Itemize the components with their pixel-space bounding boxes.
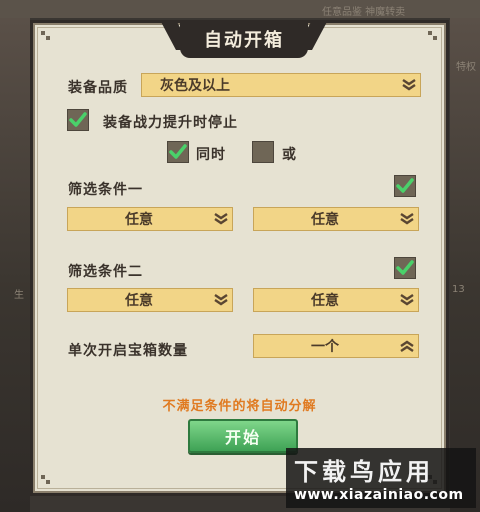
logic-or-label: 或	[282, 147, 297, 163]
background-left-text: 生	[14, 290, 24, 301]
filter1-checkbox[interactable]	[394, 175, 416, 197]
background-right-top-text: 特权	[456, 62, 476, 73]
background-right-text: 13	[452, 284, 465, 295]
background-right: 特权 13	[450, 18, 480, 512]
count-dropdown[interactable]: 一个	[253, 334, 419, 358]
logic-and-label: 同时	[196, 147, 226, 163]
check-icon	[169, 144, 187, 159]
background-top-bar: 任意品鉴 神魔转卖	[0, 0, 480, 18]
watermark: 下载鸟应用 www.xiazainiao.com	[286, 448, 476, 508]
logic-and-checkbox[interactable]	[167, 141, 189, 163]
filter2-label: 筛选条件二	[68, 264, 143, 280]
quality-dropdown[interactable]: 灰色及以上	[141, 73, 421, 97]
chevron-down-icon	[396, 289, 418, 311]
count-label: 单次开启宝箱数量	[68, 343, 188, 359]
background-top-text: 任意品鉴 神魔转卖	[322, 7, 406, 18]
quality-label: 装备品质	[68, 80, 128, 96]
check-icon	[396, 178, 414, 193]
dialog-title: 自动开箱	[204, 30, 284, 51]
corner-ornament	[41, 31, 51, 41]
check-icon	[396, 260, 414, 275]
chevron-down-icon	[396, 208, 418, 230]
chevron-up-icon	[396, 335, 418, 357]
background-left: 生	[0, 18, 30, 512]
filter1-option-b-dropdown[interactable]: 任意	[253, 207, 419, 231]
filter2-option-a-dropdown[interactable]: 任意	[67, 288, 233, 312]
filter2-checkbox[interactable]	[394, 257, 416, 279]
start-button[interactable]: 开始	[188, 419, 298, 453]
filter2-option-b-value: 任意	[311, 293, 339, 309]
filter1-option-a-value: 任意	[125, 212, 153, 228]
filter1-option-a-dropdown[interactable]: 任意	[67, 207, 233, 231]
stop-on-power-checkbox[interactable]	[67, 109, 89, 131]
quality-value: 灰色及以上	[160, 78, 230, 94]
count-value: 一个	[311, 339, 339, 355]
filter2-option-a-value: 任意	[125, 293, 153, 309]
auto-open-box-dialog: 自动开箱 装备品质 灰色及以上 装备战力提升时停止 同时 或 筛选条件一 任意 …	[30, 20, 449, 496]
corner-ornament	[41, 475, 51, 485]
corner-ornament	[428, 31, 438, 41]
filter1-option-b-value: 任意	[311, 212, 339, 228]
watermark-title: 下载鸟应用	[294, 458, 434, 486]
logic-or-checkbox[interactable]	[252, 141, 274, 163]
filter1-label: 筛选条件一	[68, 182, 143, 198]
watermark-url: www.xiazainiao.com	[294, 487, 464, 503]
dialog-title-tab: 自动开箱	[180, 20, 308, 58]
chevron-down-icon	[210, 208, 232, 230]
auto-decompose-note: 不满足条件的将自动分解	[162, 399, 317, 414]
chevron-down-icon	[210, 289, 232, 311]
check-icon	[69, 112, 87, 127]
filter2-option-b-dropdown[interactable]: 任意	[253, 288, 419, 312]
stop-on-power-label: 装备战力提升时停止	[103, 115, 238, 131]
chevron-down-icon	[398, 74, 420, 96]
